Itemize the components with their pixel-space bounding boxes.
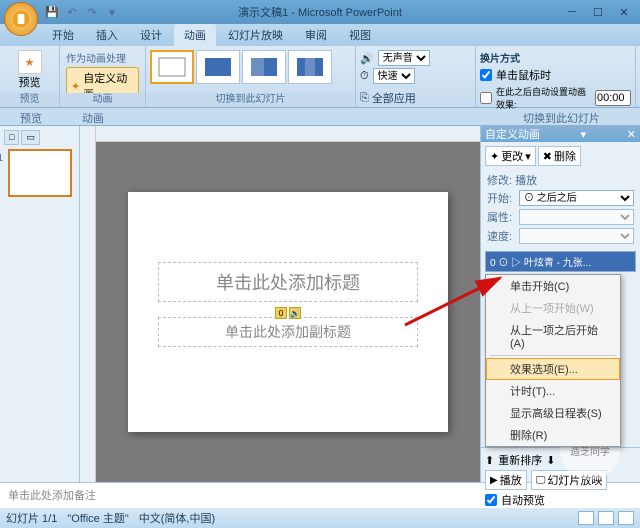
preview-icon: ★ — [18, 50, 42, 74]
ribbon-tabs: 开始 插入 设计 动画 幻灯片放映 审阅 视图 — [0, 24, 640, 46]
slide-thumbnail[interactable]: 1 — [8, 149, 72, 197]
window-title: 演示文稿1 - Microsoft PowerPoint — [238, 4, 402, 20]
apply-icon: ⎘ — [360, 92, 369, 105]
reorder-label: 重新排序 — [498, 452, 542, 468]
remove-button[interactable]: ✖删除 — [538, 146, 581, 166]
status-lang: 中文(简体,中国) — [139, 510, 215, 526]
group-trans-label: 切换到此幻灯片 — [146, 93, 355, 107]
ctx-start-after[interactable]: 从上一项之后开始(A) — [486, 319, 620, 353]
group-preview-label: 预览 — [0, 93, 59, 107]
start-select[interactable]: ⊙ 之后之后 — [519, 190, 634, 206]
autoprev-checkbox[interactable] — [485, 494, 497, 506]
on-click-checkbox[interactable] — [480, 69, 492, 81]
outline-tab[interactable]: □ — [4, 130, 19, 145]
slide-editor: 单击此处添加标题 0🔊 单击此处添加副标题 — [80, 126, 480, 482]
subtitle-placeholder[interactable]: 单击此处添加副标题 — [158, 317, 418, 347]
subbar-preview: 预览 — [0, 108, 62, 125]
office-button[interactable] — [4, 2, 38, 36]
auto-after-checkbox[interactable] — [480, 92, 492, 104]
pane-dropdown-icon[interactable]: ▾ — [581, 128, 587, 141]
speed-label: 速度: — [487, 228, 515, 244]
transition-option[interactable] — [196, 50, 240, 84]
tab-view[interactable]: 视图 — [339, 24, 381, 46]
ruler-vertical — [80, 126, 96, 482]
context-menu: 单击开始(C) 从上一项开始(W) 从上一项之后开始(A) 效果选项(E)...… — [485, 274, 621, 447]
transition-option[interactable] — [242, 50, 286, 84]
remove-icon: ✖ — [543, 150, 552, 163]
change-button[interactable]: ✦更改▾ — [485, 146, 536, 166]
autoprev-label: 自动预览 — [501, 492, 545, 508]
undo-icon[interactable]: ↶ — [64, 4, 80, 20]
transition-none[interactable] — [150, 50, 194, 84]
switch-title: 换片方式 — [480, 50, 631, 65]
preview-label: 预览 — [19, 74, 41, 90]
ctx-adv-timeline[interactable]: 显示高级日程表(S) — [486, 402, 620, 424]
qat-more-icon[interactable]: ▾ — [104, 4, 120, 20]
prop-select — [519, 209, 634, 225]
ctx-effect-options[interactable]: 效果选项(E)... — [486, 358, 620, 380]
tab-home[interactable]: 开始 — [42, 24, 84, 46]
ctx-timing[interactable]: 计时(T)... — [486, 380, 620, 402]
tab-design[interactable]: 设计 — [130, 24, 172, 46]
tab-review[interactable]: 审阅 — [295, 24, 337, 46]
apply-all-button[interactable]: ⎘全部应用 — [360, 90, 471, 106]
animation-item[interactable]: 0 ⊙ ▷ 叶炫青 - 九张... — [486, 252, 635, 271]
prop-label: 属性: — [487, 209, 515, 225]
ctx-start-prev: 从上一项开始(W) — [486, 297, 620, 319]
redo-icon[interactable]: ↷ — [84, 4, 100, 20]
ctx-remove[interactable]: 删除(R) — [486, 424, 620, 446]
sorter-view-button[interactable] — [598, 511, 614, 525]
slides-tab[interactable]: ▭ — [21, 130, 40, 145]
save-icon[interactable]: 💾 — [44, 4, 60, 20]
reorder-up-icon[interactable]: ⬆ — [485, 454, 494, 467]
auto-time-input[interactable] — [595, 90, 631, 106]
sound-icon: 🔊 — [360, 52, 374, 65]
auto-after-label: 在此之后自动设置动画效果: — [496, 85, 591, 111]
start-label: 开始: — [487, 190, 515, 206]
maximize-icon[interactable]: ☐ — [586, 4, 610, 20]
tab-slideshow[interactable]: 幻灯片放映 — [218, 24, 293, 46]
modify-label: 修改: 播放 — [487, 172, 634, 188]
on-click-label: 单击鼠标时 — [496, 67, 551, 83]
reorder-down-icon[interactable]: ⬇ — [546, 454, 555, 467]
slideshow-view-button[interactable] — [618, 511, 634, 525]
speed-select2 — [519, 228, 634, 244]
speed-select[interactable]: 快速 — [373, 68, 415, 84]
group-anim-label: 动画 — [60, 93, 145, 107]
normal-view-button[interactable] — [578, 511, 594, 525]
pane-close-icon[interactable]: ✕ — [627, 128, 636, 141]
tab-insert[interactable]: 插入 — [86, 24, 128, 46]
change-icon: ✦ — [490, 150, 499, 163]
play-button[interactable]: ▶ 播放 — [485, 470, 527, 490]
custom-animation-pane: 自定义动画 ▾ ✕ ✦更改▾ ✖删除 修改: 播放 开始:⊙ 之后之后 属性: … — [480, 126, 640, 482]
close-icon[interactable]: ✕ — [612, 4, 636, 20]
tab-animation[interactable]: 动画 — [174, 24, 216, 46]
title-placeholder[interactable]: 单击此处添加标题 — [158, 262, 418, 302]
slide-panel: □ ▭ 1 — [0, 126, 80, 482]
pane-title: 自定义动画 — [485, 126, 540, 142]
status-theme: "Office 主题" — [67, 510, 128, 526]
status-slide: 幻灯片 1/1 — [6, 510, 57, 526]
ctx-separator — [490, 355, 616, 356]
star-icon: ✦ — [71, 80, 80, 93]
slide-number: 1 — [0, 153, 3, 164]
ruler-horizontal — [96, 126, 480, 142]
minimize-icon[interactable]: ─ — [560, 4, 584, 20]
convert-label: 作为动画处理 — [66, 50, 139, 65]
preview-button[interactable]: ★ 预览 — [6, 48, 53, 92]
animation-list: 0 ⊙ ▷ 叶炫青 - 九张... — [485, 251, 636, 272]
speed-icon: ⏱ — [360, 70, 369, 83]
slide-canvas[interactable]: 单击此处添加标题 0🔊 单击此处添加副标题 — [128, 192, 448, 432]
ctx-start-click[interactable]: 单击开始(C) — [486, 275, 620, 297]
transition-option[interactable] — [288, 50, 332, 84]
sound-select[interactable]: 无声音 — [378, 50, 430, 66]
subbar-anim: 动画 — [62, 108, 124, 125]
